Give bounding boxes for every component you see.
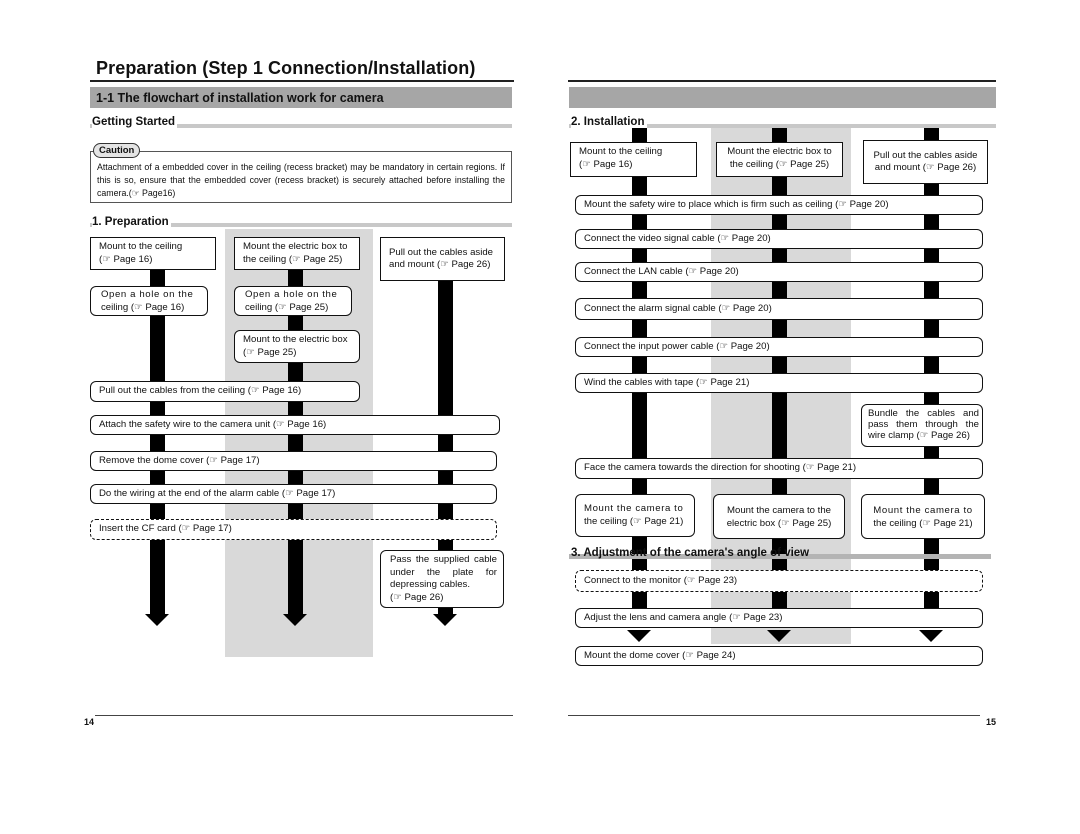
step-line: the ceiling (☞ Page 25) xyxy=(729,158,830,170)
step-mount-to-electric-box: Mount to the electric box (☞ Page 25) xyxy=(234,330,360,363)
step-line: and mount (☞ Page 26) xyxy=(874,162,977,173)
footer-rule-right xyxy=(568,715,980,716)
step-video-cable: Connect the video signal cable (☞ Page 2… xyxy=(575,229,983,249)
page-number-left: 14 xyxy=(84,717,95,727)
arrow-down-icon xyxy=(919,630,943,642)
step-bundle-cables: Bundle the cables and pass them through … xyxy=(861,404,983,447)
step-mount-ceiling: Mount to the ceiling (☞ Page 16) xyxy=(90,237,216,270)
adjustment-heading: 3. Adjustment of the camera's angle of v… xyxy=(571,547,810,559)
arrow-down-icon xyxy=(283,614,307,626)
step-line: the ceiling (☞ Page 25) xyxy=(243,253,343,265)
step-mount-dome-cover: Mount the dome cover (☞ Page 24) xyxy=(575,646,983,666)
step-pull-cables-aside: Pull out the cables aside and mount (☞ P… xyxy=(380,237,505,281)
section-band-right xyxy=(569,87,996,108)
step-face-camera: Face the camera towards the direction fo… xyxy=(575,458,983,479)
step-remove-dome: Remove the dome cover (☞ Page 17) xyxy=(90,451,497,471)
step-open-hole-col2: Open a hole on the ceiling (☞ Page 25) xyxy=(234,286,352,316)
section-band-title: 1-1 The flowchart of installation work f… xyxy=(96,91,384,105)
step-mount-ceiling: Mount to the ceiling (☞ Page 16) xyxy=(570,142,697,177)
title-rule xyxy=(90,80,514,82)
step-line: Pass the supplied cable under the plate … xyxy=(390,554,497,590)
page-number-right: 15 xyxy=(986,717,997,727)
step-mount-safety-wire: Mount the safety wire to place which is … xyxy=(575,195,983,215)
step-line: Mount to the electric box xyxy=(243,334,348,345)
arrow-down-icon xyxy=(627,630,651,642)
step-wind-tape: Wind the cables with tape (☞ Page 21) xyxy=(575,373,983,393)
step-line: Mount the electric box to xyxy=(727,146,832,157)
step-line: ceiling (☞ Page 25) xyxy=(245,301,329,313)
flow-line-col2 xyxy=(288,268,303,616)
step-power-cable: Connect the input power cable (☞ Page 20… xyxy=(575,337,983,357)
step-line: the ceiling (☞ Page 21) xyxy=(584,515,684,527)
arrow-down-icon xyxy=(145,614,169,626)
step-line: (☞ Page 16) xyxy=(579,158,633,170)
caution-tag: Caution xyxy=(93,143,141,158)
step-mount-electric-box: Mount the electric box to the ceiling (☞… xyxy=(234,237,360,270)
step-line: Mount to the ceiling xyxy=(99,241,183,252)
step-attach-safety-wire: Attach the safety wire to the camera uni… xyxy=(90,415,500,435)
step-line: Pull out the cables aside xyxy=(389,246,493,258)
caution-text: Attachment of a embedded cover in the ce… xyxy=(97,162,505,198)
step-line: Pull out the cables aside xyxy=(873,149,978,161)
step-mount-camera-col1: Mount the camera to the ceiling (☞ Page … xyxy=(575,494,695,537)
step-alarm-cable: Connect the alarm signal cable (☞ Page 2… xyxy=(575,298,983,320)
step-mount-electric-box: Mount the electric box to the ceiling (☞… xyxy=(716,142,843,177)
step-lan-cable: Connect the LAN cable (☞ Page 20) xyxy=(575,262,983,282)
step-pull-cables-aside: Pull out the cables aside and mount (☞ P… xyxy=(863,140,988,184)
step-line: (☞ Page 26) xyxy=(390,591,444,603)
step-wiring-alarm: Do the wiring at the end of the alarm ca… xyxy=(90,484,497,504)
step-pull-cables-ceiling: Pull out the cables from the ceiling (☞ … xyxy=(90,381,360,402)
step-adjust-lens: Adjust the lens and camera angle (☞ Page… xyxy=(575,608,983,628)
footer-rule-left xyxy=(95,715,513,716)
step-connect-monitor: Connect to the monitor (☞ Page 23) xyxy=(575,570,983,592)
step-line: Mount the electric box to xyxy=(243,241,348,252)
step-line: and mount (☞ Page 26) xyxy=(389,259,491,270)
step-line: (☞ Page 25) xyxy=(243,346,297,358)
step-insert-cf-card: Insert the CF card (☞ Page 17) xyxy=(90,519,497,540)
step-open-hole-col1: Open a hole on the ceiling (☞ Page 16) xyxy=(90,286,208,316)
caution-box: Attachment of a embedded cover in the ce… xyxy=(90,151,512,203)
step-line: Mount the camera to xyxy=(584,503,684,514)
flow-line-col1 xyxy=(150,268,165,616)
step-line: Open a hole on the xyxy=(245,289,338,300)
installation-heading: 2. Installation xyxy=(571,116,647,128)
step-line: Mount the camera to the xyxy=(727,505,831,516)
step-line: ceiling (☞ Page 16) xyxy=(101,301,185,313)
arrow-down-icon xyxy=(433,614,457,626)
step-pass-cable: Pass the supplied cable under the plate … xyxy=(380,550,504,608)
title-rule-right xyxy=(568,80,996,82)
step-line: Open a hole on the xyxy=(101,289,194,300)
step-line: Mount the camera to xyxy=(873,505,973,516)
arrow-down-icon xyxy=(767,630,791,642)
getting-started-heading: Getting Started xyxy=(92,116,178,128)
preparation-heading: 1. Preparation xyxy=(92,216,171,228)
step-line: electric box (☞ Page 25) xyxy=(726,517,832,529)
step-line: (☞ Page 16) xyxy=(99,253,153,265)
step-line: the ceiling (☞ Page 21) xyxy=(873,517,973,529)
page-title: Preparation (Step 1 Connection/Installat… xyxy=(96,58,476,78)
step-line: Mount to the ceiling xyxy=(579,146,663,157)
step-mount-camera-col2: Mount the camera to the electric box (☞ … xyxy=(713,494,845,539)
step-mount-camera-col3: Mount the camera to the ceiling (☞ Page … xyxy=(861,494,985,539)
